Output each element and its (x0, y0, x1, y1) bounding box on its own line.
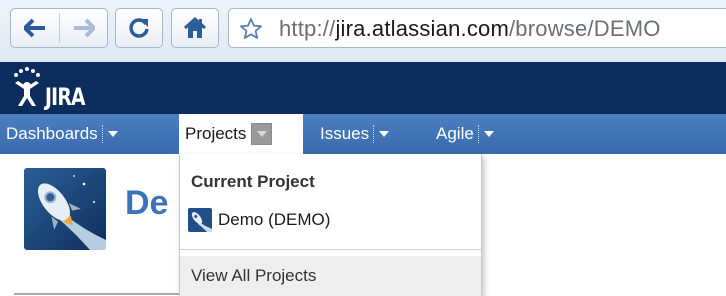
home-button[interactable] (171, 8, 219, 48)
logo-text: JIRA (45, 83, 85, 111)
menu-issues[interactable]: Issues (320, 114, 390, 154)
menu-agile[interactable]: Agile (436, 114, 494, 154)
projects-dropdown-toggle[interactable] (251, 123, 273, 145)
address-bar[interactable]: http://jira.atlassian.com/browse/DEMO (228, 8, 726, 48)
url-text[interactable]: http://jira.atlassian.com/browse/DEMO (279, 15, 661, 43)
menu-divider (101, 125, 103, 143)
reload-button[interactable] (115, 8, 163, 48)
menu-agile-label: Agile (436, 124, 474, 143)
back-button[interactable] (11, 9, 59, 47)
menu-issues-label: Issues (320, 124, 370, 143)
url-path: /browse/DEMO (509, 16, 661, 41)
menu-dashboards[interactable]: Dashboards (6, 114, 118, 154)
view-all-projects-label: View All Projects (191, 266, 317, 285)
main-nav: Dashboards Projects Issues Agile (0, 114, 726, 154)
chevron-down-icon[interactable] (483, 131, 494, 137)
menu-dashboards-label: Dashboards (6, 124, 98, 143)
menu-divider (477, 125, 479, 143)
url-host: jira.atlassian.com (335, 16, 509, 41)
forward-button[interactable] (60, 9, 108, 47)
star-icon[interactable] (239, 17, 263, 41)
arrow-left-icon (24, 18, 45, 38)
chevron-down-icon (256, 131, 267, 137)
projects-dropdown: Current Project Demo (DEMO) View All Pro… (179, 154, 482, 296)
dropdown-item-label: Demo (DEMO) (218, 210, 331, 229)
arrow-right-icon (74, 18, 95, 38)
chevron-down-icon[interactable] (379, 131, 390, 137)
menu-projects-label: Projects (185, 124, 247, 143)
nav-buttons (10, 8, 108, 48)
view-all-projects-link[interactable]: View All Projects (180, 256, 481, 296)
menu-projects[interactable]: Projects (179, 114, 303, 154)
rocket-icon (24, 168, 106, 250)
home-icon (183, 16, 207, 38)
project-rocket-icon (188, 208, 212, 232)
reload-icon (129, 18, 149, 38)
content-divider (14, 293, 184, 295)
dropdown-heading: Current Project (191, 172, 315, 191)
project-avatar[interactable] (24, 168, 106, 250)
jira-figure-icon (14, 67, 40, 106)
url-prefix: http:// (279, 16, 336, 41)
dropdown-divider (180, 249, 481, 250)
jira-logo[interactable]: JIRA (10, 66, 110, 110)
menu-divider (373, 125, 375, 143)
dropdown-item-current-project[interactable]: Demo (DEMO) (188, 206, 330, 234)
browser-toolbar: http://jira.atlassian.com/browse/DEMO (0, 0, 726, 62)
chevron-down-icon[interactable] (107, 131, 118, 137)
page-title: De (125, 184, 169, 222)
